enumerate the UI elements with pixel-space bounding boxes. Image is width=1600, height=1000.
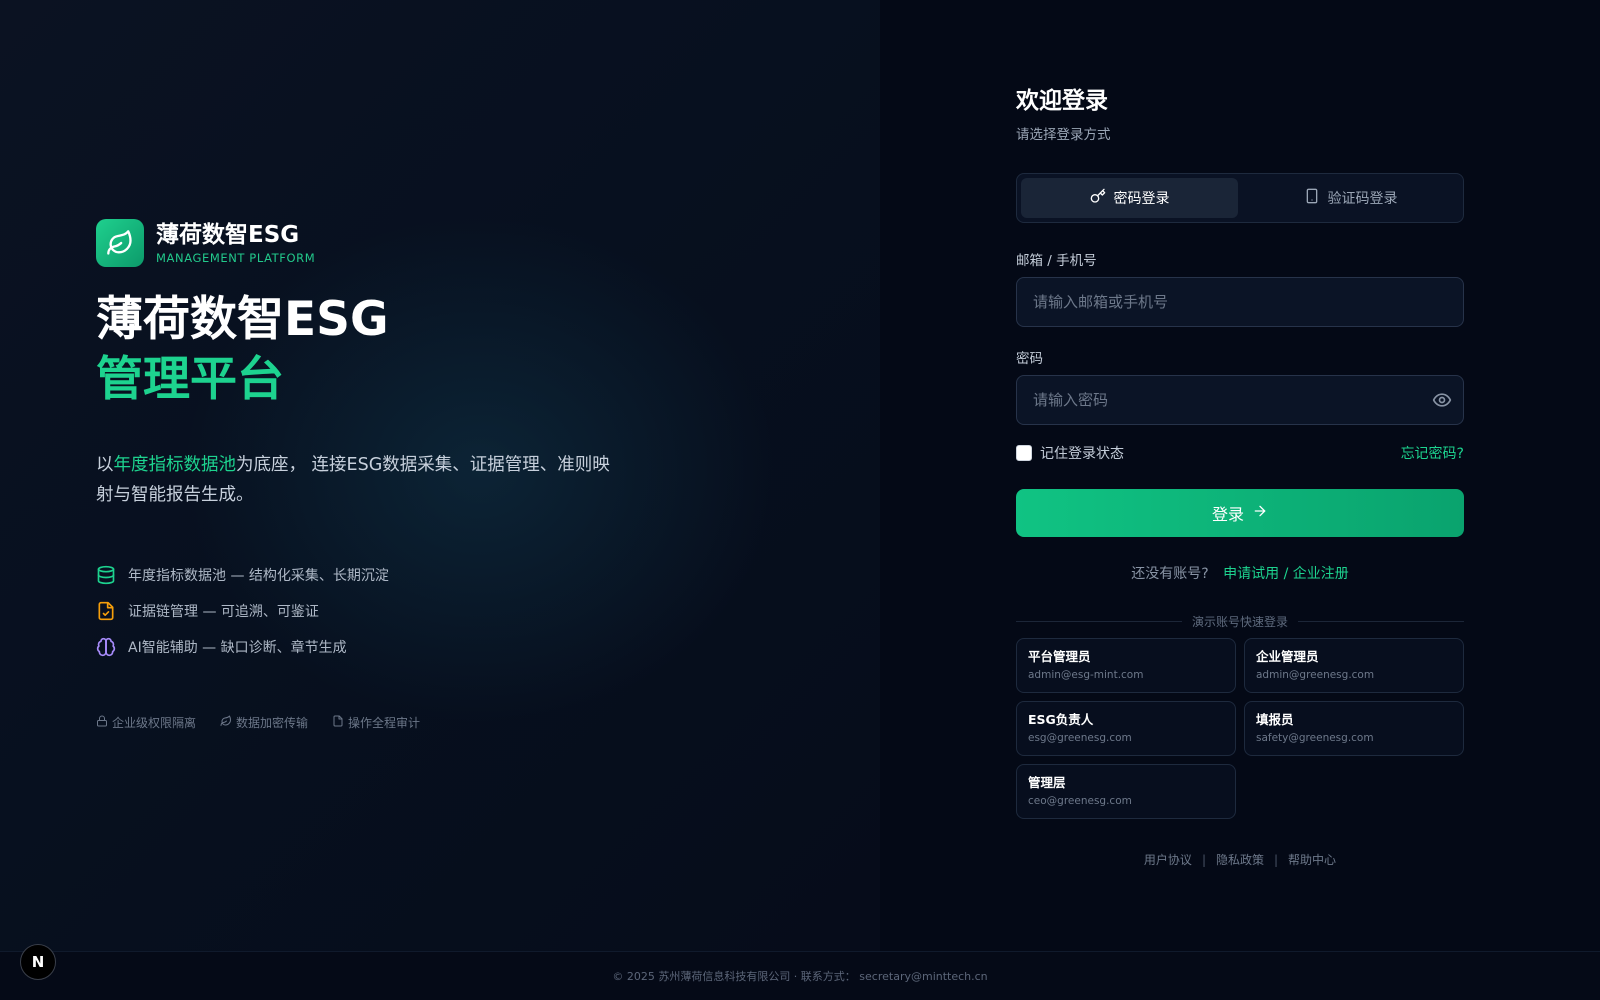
password-input[interactable] bbox=[1016, 375, 1464, 425]
demo-role: 平台管理员 bbox=[1028, 649, 1091, 664]
badge-item: 企业级权限隔离 bbox=[96, 714, 196, 731]
demo-role: ESG负责人 bbox=[1028, 712, 1094, 727]
demo-email: esg@greenesg.com bbox=[1028, 732, 1132, 744]
phone-icon bbox=[1304, 188, 1320, 208]
remember-label: 记住登录状态 bbox=[1040, 446, 1124, 462]
tab-code-login[interactable]: 验证码登录 bbox=[1242, 178, 1459, 218]
signup-question: 还没有账号? bbox=[1131, 566, 1209, 582]
demo-divider: 演示账号快速登录 bbox=[1016, 613, 1465, 630]
hero-desc-highlight: 年度指标数据池 bbox=[113, 455, 237, 475]
brain-icon bbox=[96, 637, 116, 657]
demo-email: safety@greenesg.com bbox=[1256, 732, 1374, 744]
demo-account-card[interactable]: 企业管理员 admin@greenesg.com bbox=[1244, 638, 1464, 693]
file-check-icon bbox=[96, 601, 116, 621]
feature-text: 证据链管理 — 可追溯、可鉴证 bbox=[128, 604, 319, 620]
privacy-policy-link[interactable]: 隐私政策 bbox=[1216, 851, 1264, 868]
feature-text: 年度指标数据池 — 结构化采集、长期沉淀 bbox=[128, 568, 389, 584]
login-options: 记住登录状态 忘记密码? bbox=[1016, 443, 1464, 463]
key-icon bbox=[1090, 188, 1106, 208]
demo-email: ceo@greenesg.com bbox=[1028, 795, 1132, 807]
next-dev-badge[interactable]: N bbox=[20, 944, 56, 980]
badge-text: 数据加密传输 bbox=[236, 716, 309, 730]
demo-email: admin@esg-mint.com bbox=[1028, 669, 1144, 681]
eye-icon[interactable] bbox=[1432, 390, 1452, 410]
tab-password-login[interactable]: 密码登录 bbox=[1021, 178, 1238, 218]
demo-divider-text: 演示账号快速登录 bbox=[1192, 615, 1289, 629]
feature-item: 证据链管理 — 可追溯、可鉴证 bbox=[96, 593, 389, 629]
page-footer: © 2025 苏州薄荷信息科技有限公司 · 联系方式： secretary@mi… bbox=[0, 951, 1600, 1000]
hero-desc-prefix: 以 bbox=[96, 455, 114, 475]
legal-links: 用户协议 | 隐私政策 | 帮助中心 bbox=[1016, 851, 1464, 868]
arrow-right-icon bbox=[1252, 503, 1268, 523]
demo-account-card[interactable]: ESG负责人 esg@greenesg.com bbox=[1016, 701, 1236, 756]
demo-email: admin@greenesg.com bbox=[1256, 669, 1375, 681]
lock-icon bbox=[96, 715, 108, 730]
user-agreement-link[interactable]: 用户协议 bbox=[1144, 851, 1192, 868]
feature-list: 年度指标数据池 — 结构化采集、长期沉淀 证据链管理 — 可追溯、可鉴证 AI智… bbox=[96, 557, 389, 665]
feature-item: 年度指标数据池 — 结构化采集、长期沉淀 bbox=[96, 557, 389, 593]
account-label: 邮箱 / 手机号 bbox=[1016, 253, 1097, 269]
legal-separator: | bbox=[1274, 852, 1279, 867]
feature-item: AI智能辅助 — 缺口诊断、章节生成 bbox=[96, 629, 389, 665]
login-card: 欢迎登录 请选择登录方式 密码登录 验证码登录 邮箱 / 手机号 密码 bbox=[1016, 84, 1465, 868]
password-field-wrap bbox=[1016, 375, 1464, 425]
remember-checkbox[interactable] bbox=[1016, 445, 1032, 461]
signup-row: 还没有账号? 申请试用 / 企业注册 bbox=[1016, 563, 1464, 583]
hero-description: 以年度指标数据池为底座， 连接ESG数据采集、证据管理、准则映射与智能报告生成。 bbox=[96, 450, 616, 510]
legal-separator: | bbox=[1201, 852, 1206, 867]
demo-account-card[interactable]: 管理层 ceo@greenesg.com bbox=[1016, 764, 1236, 819]
demo-accounts: 平台管理员 admin@esg-mint.com 企业管理员 admin@gre… bbox=[1016, 638, 1464, 819]
brand: 薄荷数智ESG MANAGEMENT PLATFORM bbox=[96, 219, 315, 267]
login-title: 欢迎登录 bbox=[1016, 88, 1108, 114]
divider-line bbox=[1016, 621, 1182, 622]
demo-role: 企业管理员 bbox=[1256, 649, 1319, 664]
tab-label: 验证码登录 bbox=[1327, 191, 1398, 207]
badge-item: 数据加密传输 bbox=[220, 714, 308, 731]
signup-link[interactable]: 申请试用 / 企业注册 bbox=[1223, 566, 1349, 582]
password-label: 密码 bbox=[1016, 351, 1043, 367]
divider-line bbox=[1298, 621, 1465, 622]
feature-text: AI智能辅助 — 缺口诊断、章节生成 bbox=[128, 640, 347, 656]
hero-title-line2: 管理平台 bbox=[96, 352, 284, 407]
login-subtitle: 请选择登录方式 bbox=[1016, 127, 1111, 143]
tab-label: 密码登录 bbox=[1113, 191, 1170, 207]
database-icon bbox=[96, 565, 116, 585]
badge-text: 操作全程审计 bbox=[348, 716, 421, 730]
brand-subtitle: MANAGEMENT PLATFORM bbox=[156, 251, 316, 265]
footer-text: © 2025 苏州薄荷信息科技有限公司 · 联系方式： secretary@mi… bbox=[612, 970, 988, 983]
login-button[interactable]: 登录 bbox=[1016, 489, 1464, 537]
remember-me[interactable]: 记住登录状态 bbox=[1016, 443, 1124, 463]
login-method-tabs: 密码登录 验证码登录 bbox=[1016, 173, 1464, 223]
account-input[interactable] bbox=[1016, 277, 1464, 327]
badge-text: 企业级权限隔离 bbox=[112, 716, 197, 730]
hero-title: 薄荷数智ESG 管理平台 bbox=[96, 290, 389, 410]
leaf-icon bbox=[220, 715, 232, 730]
help-center-link[interactable]: 帮助中心 bbox=[1288, 851, 1336, 868]
demo-role: 管理层 bbox=[1028, 775, 1066, 790]
demo-role: 填报员 bbox=[1256, 712, 1294, 727]
demo-account-card[interactable]: 平台管理员 admin@esg-mint.com bbox=[1016, 638, 1236, 693]
security-badges: 企业级权限隔离 数据加密传输 操作全程审计 bbox=[96, 714, 420, 731]
login-button-label: 登录 bbox=[1211, 505, 1244, 524]
leaf-logo-icon bbox=[96, 219, 144, 267]
brand-name: 薄荷数智ESG bbox=[156, 222, 300, 248]
account-field-wrap bbox=[1016, 277, 1464, 327]
demo-account-card[interactable]: 填报员 safety@greenesg.com bbox=[1244, 701, 1464, 756]
forgot-password-link[interactable]: 忘记密码? bbox=[1401, 443, 1464, 463]
badge-item: 操作全程审计 bbox=[332, 714, 420, 731]
hero-title-line1: 薄荷数智ESG bbox=[96, 292, 389, 347]
file-icon bbox=[332, 715, 344, 730]
